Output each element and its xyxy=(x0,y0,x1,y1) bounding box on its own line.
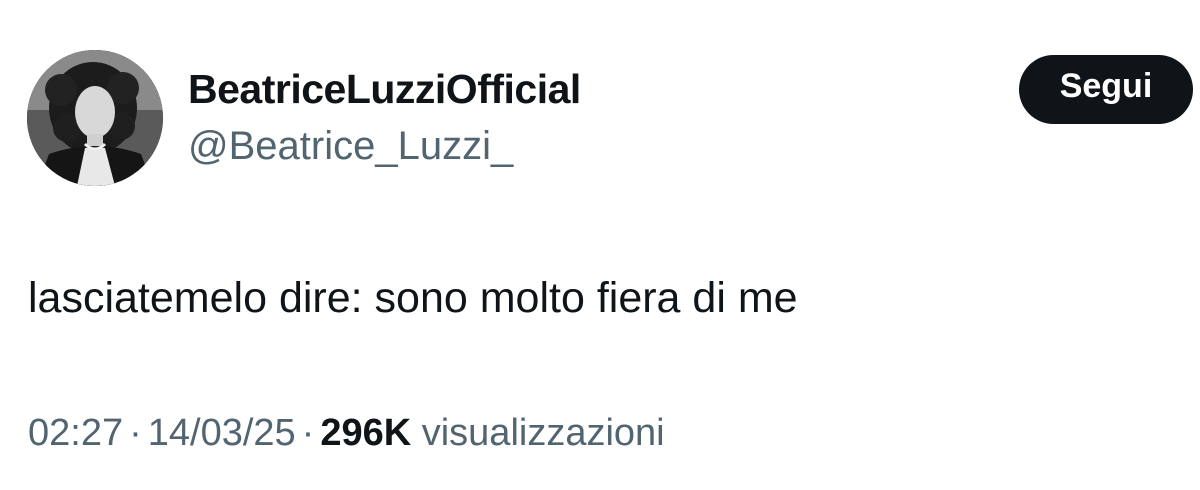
tweet-time[interactable]: 02:27 xyxy=(28,412,123,454)
meta-separator: · xyxy=(129,412,142,454)
follow-button[interactable]: Segui xyxy=(1019,55,1193,124)
views-label: visualizzazioni xyxy=(421,412,665,454)
tweet-text: lasciatemelo dire: sono molto fiera di m… xyxy=(28,274,798,322)
tweet-card: BeatriceLuzziOfficial @Beatrice_Luzzi_ S… xyxy=(0,0,1200,490)
author-display-name[interactable]: BeatriceLuzziOfficial xyxy=(188,66,581,113)
avatar[interactable] xyxy=(27,50,163,186)
views-count[interactable]: 296K xyxy=(320,412,411,454)
tweet-date[interactable]: 14/03/25 xyxy=(148,412,296,454)
meta-separator: · xyxy=(301,412,315,454)
author-handle[interactable]: @Beatrice_Luzzi_ xyxy=(188,124,513,169)
tweet-meta: 02:27 · 14/03/25 · 296K visualizzazioni xyxy=(28,412,665,455)
avatar-photo-icon xyxy=(27,50,163,186)
